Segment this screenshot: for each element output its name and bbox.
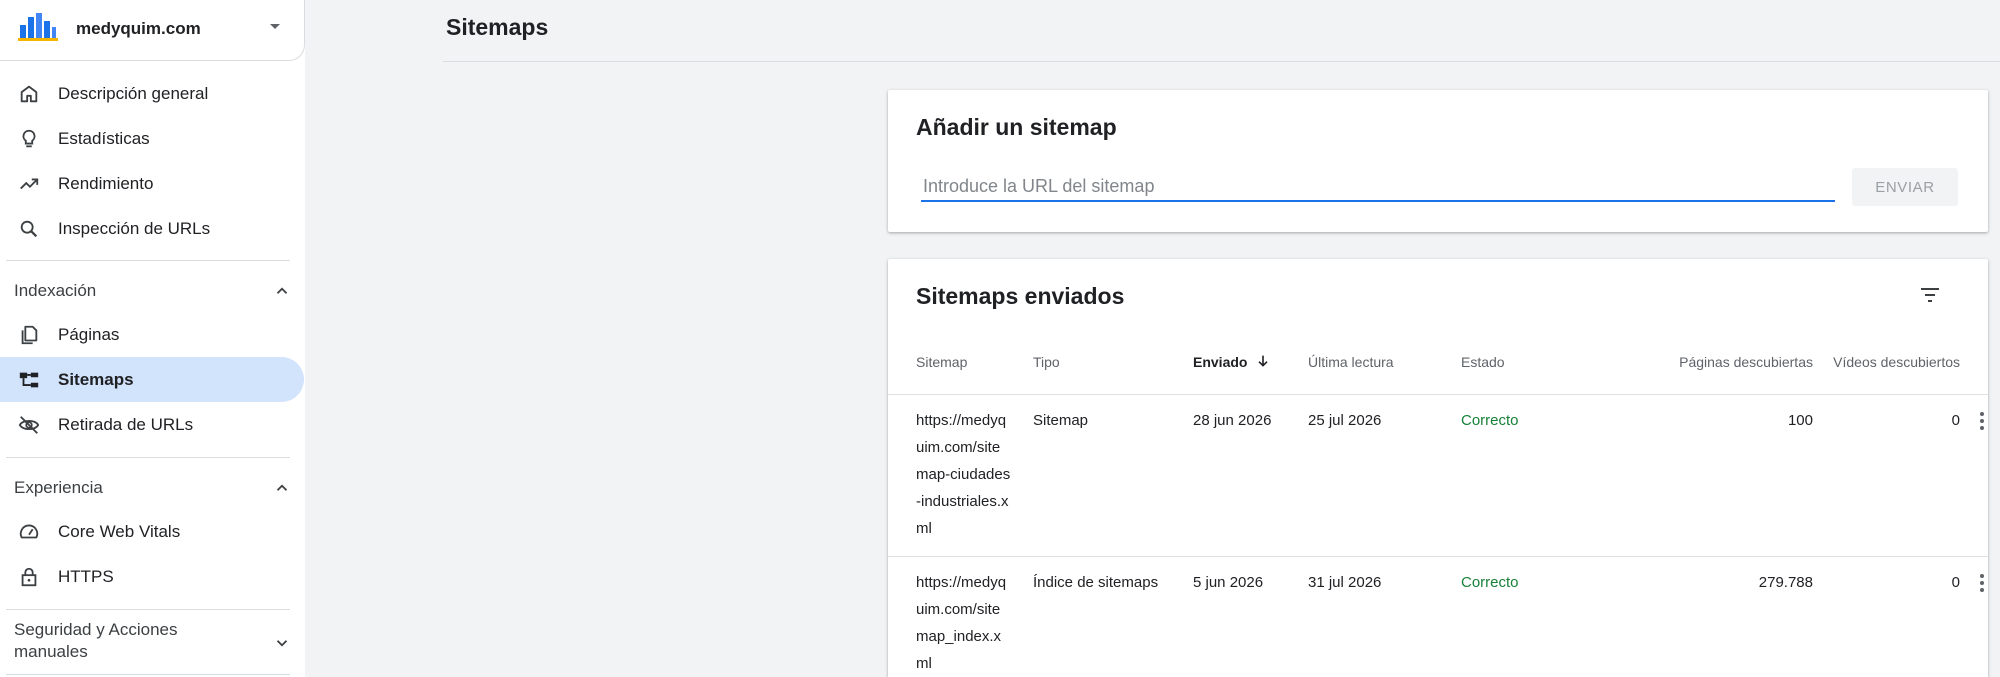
column-header-type[interactable]: Tipo: [1033, 354, 1060, 370]
sidebar-item-label: Retirada de URLs: [58, 415, 194, 434]
sidebar-item-label: Rendimiento: [58, 174, 154, 193]
status-badge: Correcto: [1461, 412, 1519, 429]
divider: [6, 260, 290, 261]
property-name: medyquim.com: [76, 19, 201, 38]
section-label: Indexación: [14, 281, 97, 300]
sidebar-item-pages[interactable]: Páginas: [0, 312, 304, 357]
chevron-down-icon[interactable]: [273, 634, 291, 652]
column-header-pages-discovered[interactable]: Páginas descubiertas: [1603, 354, 1813, 370]
speed-gauge-icon: [19, 524, 39, 539]
sidebar-item-label: Descripción general: [58, 84, 209, 103]
sidebar-item-removals[interactable]: Retirada de URLs: [0, 402, 304, 447]
cell-last-read: 31 jul 2026: [1308, 574, 1382, 591]
more-vert-icon[interactable]: [1979, 572, 1985, 594]
column-header-last-read[interactable]: Última lectura: [1308, 354, 1394, 370]
lock-icon: [21, 567, 37, 587]
sidebar-item-label: Core Web Vitals: [58, 522, 181, 541]
cell-submitted: 5 jun 2026: [1193, 574, 1264, 591]
column-header-submitted[interactable]: Enviado: [1193, 354, 1247, 370]
sidebar-item-core-web-vitals[interactable]: Core Web Vitals: [0, 509, 304, 554]
trending-up-icon: [20, 178, 39, 190]
sitemap-icon: [19, 372, 39, 388]
cell-pages-discovered: 100: [1787, 412, 1813, 429]
divider: [6, 674, 290, 675]
sidebar-item-label: Inspección de URLs: [58, 219, 211, 238]
sidebar: medyquim.com Descripción general Estadís…: [0, 0, 305, 677]
status-badge: Correcto: [1461, 574, 1519, 591]
property-selector[interactable]: medyquim.com: [0, 0, 305, 61]
cell-type: Índice de sitemaps: [1033, 574, 1159, 591]
sidebar-item-performance[interactable]: Rendimiento: [0, 161, 304, 206]
column-header-videos-discovered[interactable]: Vídeos descubiertos: [1788, 354, 1960, 370]
sidebar-item-https[interactable]: HTTPS: [0, 554, 304, 599]
visibility-off-icon: [18, 416, 40, 434]
sidebar-item-url-inspection[interactable]: Inspección de URLs: [0, 206, 304, 251]
card-title: Añadir un sitemap: [916, 114, 1117, 140]
divider: [6, 609, 290, 610]
sidebar-item-label: Sitemaps: [58, 370, 134, 389]
add-sitemap-card: Añadir un sitemap ENVIAR: [888, 90, 1988, 232]
sitemap-url-input[interactable]: [921, 172, 1835, 202]
sidebar-item-label: HTTPS: [58, 567, 114, 586]
divider: [888, 394, 1988, 395]
cell-submitted: 28 jun 2026: [1193, 412, 1272, 429]
home-icon: [20, 85, 38, 103]
column-header-status[interactable]: Estado: [1461, 354, 1505, 370]
divider: [443, 61, 2000, 62]
cell-sitemap-url[interactable]: https://medyquim.com/sitemap_index.xml: [916, 569, 1012, 677]
chevron-up-icon[interactable]: [273, 479, 291, 497]
sidebar-item-insights[interactable]: Estadísticas: [0, 116, 304, 161]
cell-sitemap-url[interactable]: https://medyquim.com/sitemap-ciudades-in…: [916, 407, 1012, 542]
divider: [888, 556, 1988, 557]
chevron-up-icon[interactable]: [273, 282, 291, 300]
cell-videos-discovered: 0: [1951, 574, 1960, 591]
cell-type: Sitemap: [1033, 412, 1089, 429]
chevron-down-icon[interactable]: [270, 24, 280, 29]
search-icon: [20, 220, 38, 238]
pages-icon: [21, 325, 38, 345]
more-vert-icon[interactable]: [1979, 410, 1985, 432]
cell-last-read: 25 jul 2026: [1308, 412, 1382, 429]
filter-icon[interactable]: [1918, 283, 1942, 307]
section-experience[interactable]: Experiencia: [0, 476, 304, 500]
section-indexing[interactable]: Indexación: [0, 279, 304, 303]
submitted-sitemaps-card: Sitemaps enviados Sitemap Tipo Enviado Ú…: [888, 259, 1988, 677]
arrow-down-icon[interactable]: [1255, 353, 1271, 369]
cell-videos-discovered: 0: [1951, 412, 1960, 429]
divider: [6, 457, 290, 458]
sidebar-item-overview[interactable]: Descripción general: [0, 71, 304, 116]
sidebar-item-label: Páginas: [58, 325, 120, 344]
sidebar-item-label: Estadísticas: [58, 129, 150, 148]
property-logo-icon: [18, 13, 58, 41]
cell-pages-discovered: 279.788: [1758, 574, 1813, 591]
sidebar-item-sitemaps[interactable]: Sitemaps: [0, 357, 304, 402]
lightbulb-icon: [22, 129, 36, 148]
section-security[interactable]: Seguridad y Acciones manuales: [0, 619, 304, 667]
section-label: Experiencia: [14, 478, 103, 497]
page-title: Sitemaps: [446, 14, 549, 40]
card-title: Sitemaps enviados: [916, 283, 1125, 309]
section-label: Seguridad y Acciones manuales: [14, 620, 178, 661]
send-button[interactable]: ENVIAR: [1852, 168, 1958, 206]
column-header-sitemap[interactable]: Sitemap: [916, 354, 967, 370]
